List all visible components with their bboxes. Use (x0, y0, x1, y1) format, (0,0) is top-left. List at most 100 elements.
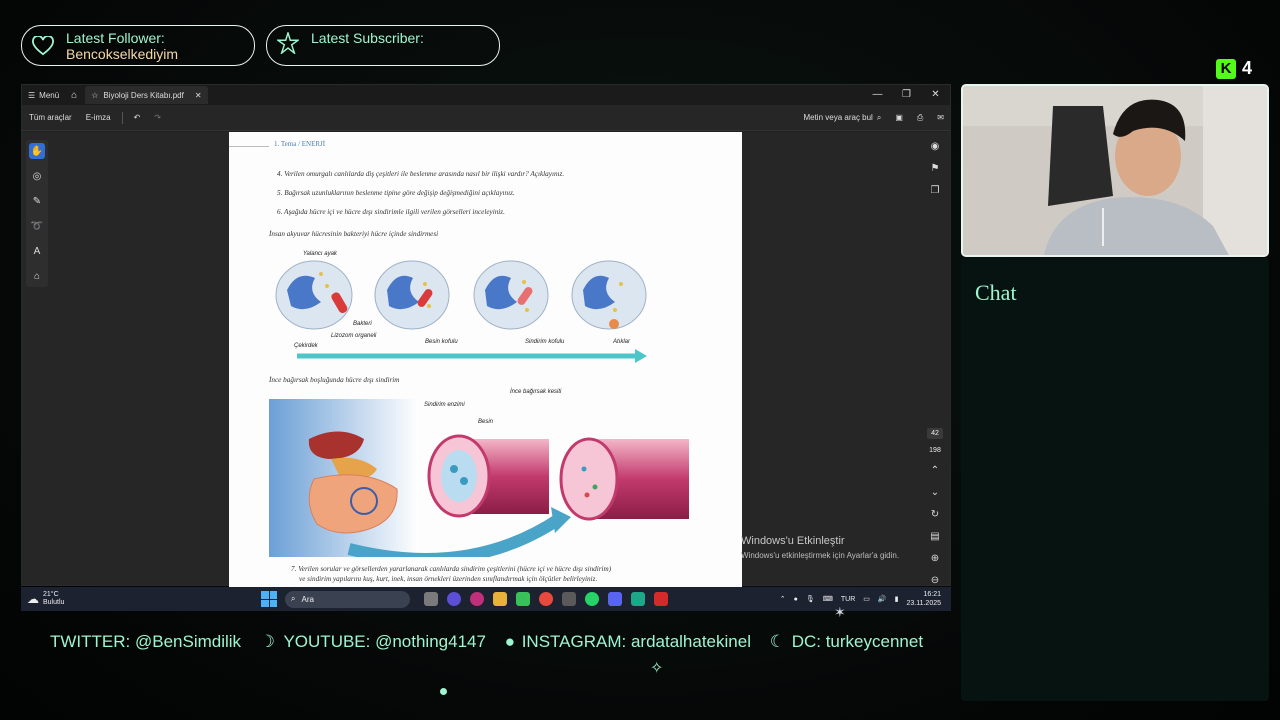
zoom-in-icon[interactable]: ⊕ (931, 548, 939, 570)
question-5: 5. Bağırsak uzunluklarının beslenme tipi… (277, 189, 515, 197)
battery-icon[interactable]: ▮ (895, 595, 899, 603)
restore-icon[interactable]: ❐ (892, 85, 921, 105)
pdf-page: 1. Tema / ENERJİ 4. Verilen omurgalı can… (229, 132, 742, 587)
ai-assistant-icon[interactable]: ◉ (931, 136, 940, 158)
label-atiklar: Atıklar (613, 339, 631, 345)
weather-widget[interactable]: ☁ 21°C Bulutlu (21, 591, 261, 607)
search-icon: ⌕ (291, 594, 296, 603)
ticker-discord: DC: turkeycennet (791, 632, 924, 651)
current-page[interactable]: 42 (927, 428, 943, 439)
question-4: 4. Verilen omurgalı canlılarda diş çeşit… (277, 170, 565, 178)
pen-app-icon[interactable] (562, 592, 576, 606)
tray-chevron-icon[interactable]: ⌃ (780, 595, 786, 603)
pages-icon[interactable]: ❐ (931, 180, 940, 202)
label-bakteri: Bakteri (353, 321, 372, 327)
figure1-caption: İnsan akyuvar hücresinin bakteriyi hücre… (269, 230, 439, 238)
taskbar-search[interactable]: ⌕ Ara (285, 590, 410, 608)
network-icon[interactable]: ▭ (863, 595, 870, 603)
mail-icon[interactable]: ✉ (937, 113, 944, 122)
find-button[interactable]: Metin veya araç bul ⌕ (803, 113, 881, 123)
pdf-browser-window: ☰ Menü ⌂ ☆ Biyoloji Ders Kitabı.pdf ✕ — … (21, 84, 951, 587)
volume-icon[interactable]: 🔊 (878, 595, 887, 603)
hand-tool-icon[interactable]: ✋ (29, 143, 45, 159)
dot-icon: ● (504, 632, 515, 651)
windows-activate-subtitle: Windows'u etkinleştirmek için Ayarlar'a … (741, 551, 900, 560)
cell-3 (473, 260, 549, 330)
kick-viewer-badge: K 4 (1216, 58, 1252, 79)
star-icon (275, 30, 301, 56)
taskbar-apps (424, 592, 668, 606)
cell-4 (571, 260, 647, 330)
heart-icon (30, 33, 56, 59)
menu-label: Menü (39, 90, 60, 100)
file-explorer-icon[interactable] (493, 592, 507, 606)
system-tray: ⌃ ● 🎙 ⌨ TUR ▭ 🔊 ▮ 16:21 23.11.2025 (780, 590, 951, 608)
comment-tool-icon[interactable]: ◎ (29, 168, 45, 184)
home-icon[interactable]: ⌂ (65, 90, 83, 101)
app-green-icon[interactable] (631, 592, 645, 606)
line-app-icon[interactable] (516, 592, 530, 606)
tray-app-icon[interactable]: ● (794, 596, 798, 603)
pen-tool-icon[interactable]: ✎ (29, 193, 45, 209)
keyboard-icon[interactable]: ⌨ (823, 595, 833, 603)
app-browser-icon[interactable] (447, 592, 461, 606)
stamp-tool-icon[interactable]: ⌂ (29, 268, 45, 284)
redo-icon[interactable]: ↷ (147, 113, 168, 122)
windows-taskbar: ☁ 21°C Bulutlu ⌕ Ara ⌃ ● 🎙 ⌨ TUR ▭ 🔊 ▮ 1… (21, 587, 951, 611)
follower-label: Latest Follower: (66, 29, 165, 46)
tab-bar: ☰ Menü ⌂ ☆ Biyoloji Ders Kitabı.pdf ✕ — … (22, 85, 950, 105)
kick-viewer-count: 4 (1242, 58, 1253, 78)
weather-desc: Bulutlu (43, 599, 65, 606)
task-view-icon[interactable] (424, 592, 438, 606)
language-indicator[interactable]: TUR (841, 596, 855, 603)
windows-start-icon[interactable] (261, 591, 277, 607)
acrobat-icon[interactable] (654, 592, 668, 606)
document-icon[interactable]: ▤ (930, 526, 939, 548)
minimize-icon[interactable]: — (863, 85, 892, 105)
accent-dot (440, 688, 447, 695)
tab-close-icon[interactable]: ✕ (195, 91, 202, 100)
label-yalanci-ayak: Yalancı ayak (303, 251, 337, 257)
sparkle-outline-icon: ✧ (650, 660, 664, 677)
webcam-image (963, 86, 1267, 255)
tab-pdf[interactable]: ☆ Biyoloji Ders Kitabı.pdf ✕ (85, 86, 208, 104)
close-icon[interactable]: ✕ (921, 85, 950, 105)
page-up-icon[interactable]: ⌃ (931, 460, 939, 482)
tab-star-icon: ☆ (91, 90, 99, 100)
bookmark-icon[interactable]: ⚑ (931, 158, 940, 180)
label-besin: Besin (478, 419, 494, 425)
save-icon[interactable]: ▣ (895, 113, 903, 122)
clock-date: 23.11.2025 (906, 600, 941, 607)
chat-panel: Chat (961, 258, 1269, 701)
question-7-line1: 7. Verilen sorular ve görsellerden yarar… (291, 565, 612, 573)
ticker-youtube: YOUTUBE: @nothing4147 (283, 632, 486, 651)
print-icon[interactable]: ⎙ (917, 113, 923, 123)
search-placeholder: Ara (301, 594, 314, 604)
clock[interactable]: 16:21 23.11.2025 (906, 590, 941, 608)
clock-time: 16:21 (923, 591, 941, 598)
cell-1 (275, 260, 353, 330)
rotate-icon[interactable]: ↻ (931, 504, 939, 526)
discord-icon[interactable] (608, 592, 622, 606)
menu-button[interactable]: ☰ Menü (22, 91, 65, 100)
undo-icon[interactable]: ↶ (127, 113, 148, 122)
app-media-icon[interactable] (470, 592, 484, 606)
ticker-instagram: INSTAGRAM: ardatalhatekinel (521, 632, 751, 651)
text-tool-icon[interactable]: A (29, 243, 45, 259)
right-tool-rail: ◉ ⚑ ❐ 42 198 ⌃ ⌄ ↻ ▤ ⊕ ⊖ (920, 132, 950, 586)
chat-title: Chat (975, 280, 1017, 305)
esign-button[interactable]: E-imza (79, 113, 118, 122)
cell-2 (374, 260, 450, 330)
search-icon: ⌕ (876, 112, 882, 122)
all-tools-button[interactable]: Tüm araçlar (22, 113, 79, 122)
page-down-icon[interactable]: ⌄ (931, 482, 939, 504)
chrome-icon[interactable] (539, 592, 553, 606)
whatsapp-icon[interactable] (585, 592, 599, 606)
label-kesit: İnce bağırsak kesiti (510, 389, 562, 395)
latest-follower-pill: Latest Follower: Bencokselkediyim (21, 25, 255, 66)
mic-icon[interactable]: 🎙 (806, 595, 815, 603)
moon-icon: ☽ (259, 632, 276, 651)
tab-title: Biyoloji Ders Kitabı.pdf (103, 90, 184, 100)
pdf-header: 1. Tema / ENERJİ (274, 140, 326, 148)
lasso-tool-icon[interactable]: ➰ (29, 218, 45, 234)
